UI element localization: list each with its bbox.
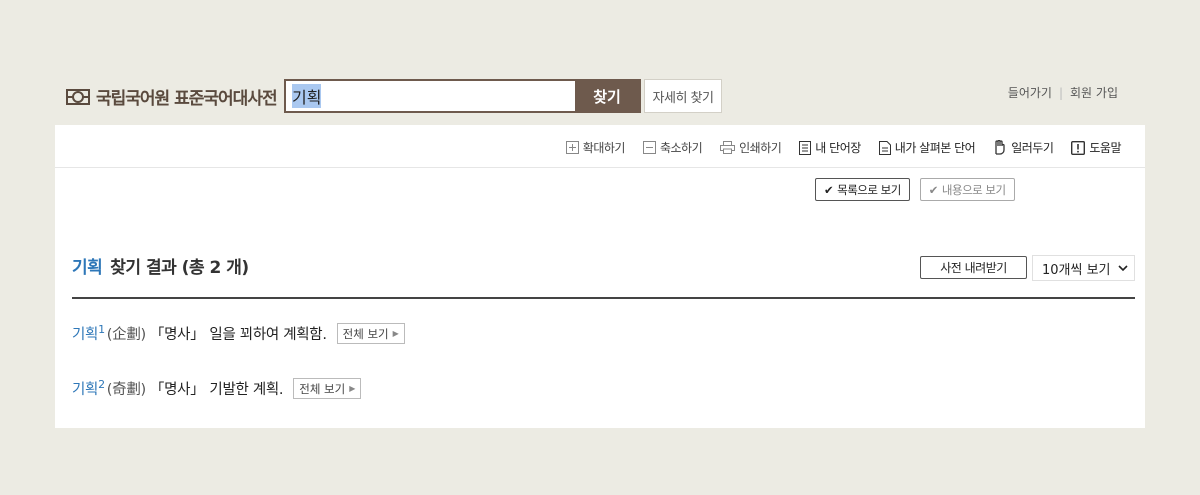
entry-hanja: (企劃) (106, 327, 146, 343)
view-full-button[interactable]: 전체 보기 ▶ (336, 323, 405, 344)
result-summary: 기획 찾기 결과 (총 2 개) (72, 253, 249, 278)
entry-number: 1 (98, 323, 105, 337)
toolbar-divider (55, 167, 1145, 168)
result-keyword: 기획 (72, 258, 103, 278)
entry-word: 기획 (72, 327, 99, 343)
triangle-right-icon: ▶ (392, 329, 399, 338)
help-label: 도움말 (1089, 141, 1121, 155)
print-label: 인쇄하기 (739, 141, 782, 155)
search-input[interactable] (286, 81, 575, 111)
entry-number: 2 (98, 378, 105, 392)
result-count: 찾기 결과 (총 2 개) (110, 258, 249, 278)
advanced-search-button[interactable]: 자세히 찾기 (644, 79, 722, 113)
list-view-button[interactable]: ✔ 목록으로 보기 (815, 178, 910, 201)
document-icon (878, 140, 891, 155)
search-box: 찾기 (284, 79, 641, 113)
logo[interactable]: 국립국어원 표준국어대사전 (66, 84, 278, 109)
content-panel: 확대하기 축소하기 인쇄하기 내 단어장 내가 살펴본 단어 일러두기 도움말 … (55, 125, 1145, 428)
my-words-button[interactable]: 내 단어장 (799, 139, 861, 156)
my-words-label: 내 단어장 (815, 141, 861, 155)
download-dictionary-button[interactable]: 사전 내려받기 (920, 256, 1027, 279)
notify-button[interactable]: 일러두기 (993, 139, 1054, 156)
notify-label: 일러두기 (1011, 141, 1054, 155)
notebook-icon (799, 140, 812, 155)
entry-word-link[interactable]: 기획1 (72, 323, 105, 344)
triangle-right-icon: ▶ (349, 384, 356, 393)
zoom-out-button[interactable]: 축소하기 (642, 139, 703, 156)
zoom-in-button[interactable]: 확대하기 (565, 139, 626, 156)
check-icon: ✔ (928, 182, 939, 197)
join-link[interactable]: 회원 가입 (1070, 84, 1118, 101)
chevron-down-icon (1118, 264, 1128, 271)
hand-icon (995, 140, 1005, 155)
per-page-select[interactable]: 10개씩 보기 (1032, 255, 1135, 281)
minus-box-icon (642, 141, 656, 154)
entry-pos: 「명사」 (149, 382, 205, 398)
logo-text: 국립국어원 표준국어대사전 (96, 89, 278, 109)
view-full-button[interactable]: 전체 보기 ▶ (293, 378, 362, 399)
search-button[interactable]: 찾기 (575, 81, 639, 111)
entry-word: 기획 (72, 382, 99, 398)
entry-word-link[interactable]: 기획2 (72, 378, 105, 399)
view-toggle: ✔ 목록으로 보기 ✔ 내용으로 보기 (815, 178, 1015, 201)
logo-icon (66, 88, 90, 105)
auth-links: 들어가기 | 회원 가입 (1008, 84, 1118, 101)
print-button[interactable]: 인쇄하기 (720, 139, 782, 156)
zoom-in-label: 확대하기 (582, 141, 626, 155)
list-view-label: 목록으로 보기 (837, 182, 901, 197)
check-icon: ✔ (824, 182, 834, 197)
auth-divider: | (1058, 85, 1064, 100)
per-page-value: 10개씩 보기 (1042, 262, 1111, 278)
login-link[interactable]: 들어가기 (1008, 84, 1052, 101)
view-full-label: 전체 보기 (342, 326, 389, 341)
plus-box-icon (565, 141, 579, 154)
exclamation-box-icon (1071, 140, 1086, 155)
viewed-words-label: 내가 살펴본 단어 (894, 141, 976, 155)
entry-definition: 기발한 계획. (209, 382, 284, 398)
result-divider (72, 297, 1135, 299)
entry-definition: 일을 꾀하여 계획함. (209, 327, 327, 343)
help-button[interactable]: 도움말 (1071, 139, 1121, 156)
content-view-label: 내용으로 보기 (941, 182, 1006, 197)
zoom-out-label: 축소하기 (659, 141, 703, 155)
list-item: 기획2 (奇劃) 「명사」 기발한 계획. 전체 보기 ▶ (72, 378, 362, 399)
printer-icon (720, 141, 736, 154)
content-view-button[interactable]: ✔ 내용으로 보기 (919, 178, 1015, 201)
entry-pos: 「명사」 (149, 327, 205, 343)
entry-hanja: (奇劃) (106, 382, 146, 398)
viewed-words-button[interactable]: 내가 살펴본 단어 (878, 139, 976, 156)
view-full-label: 전체 보기 (299, 381, 346, 396)
toolbar: 확대하기 축소하기 인쇄하기 내 단어장 내가 살펴본 단어 일러두기 도움말 (565, 139, 1121, 156)
list-item: 기획1 (企劃) 「명사」 일을 꾀하여 계획함. 전체 보기 ▶ (72, 323, 405, 344)
